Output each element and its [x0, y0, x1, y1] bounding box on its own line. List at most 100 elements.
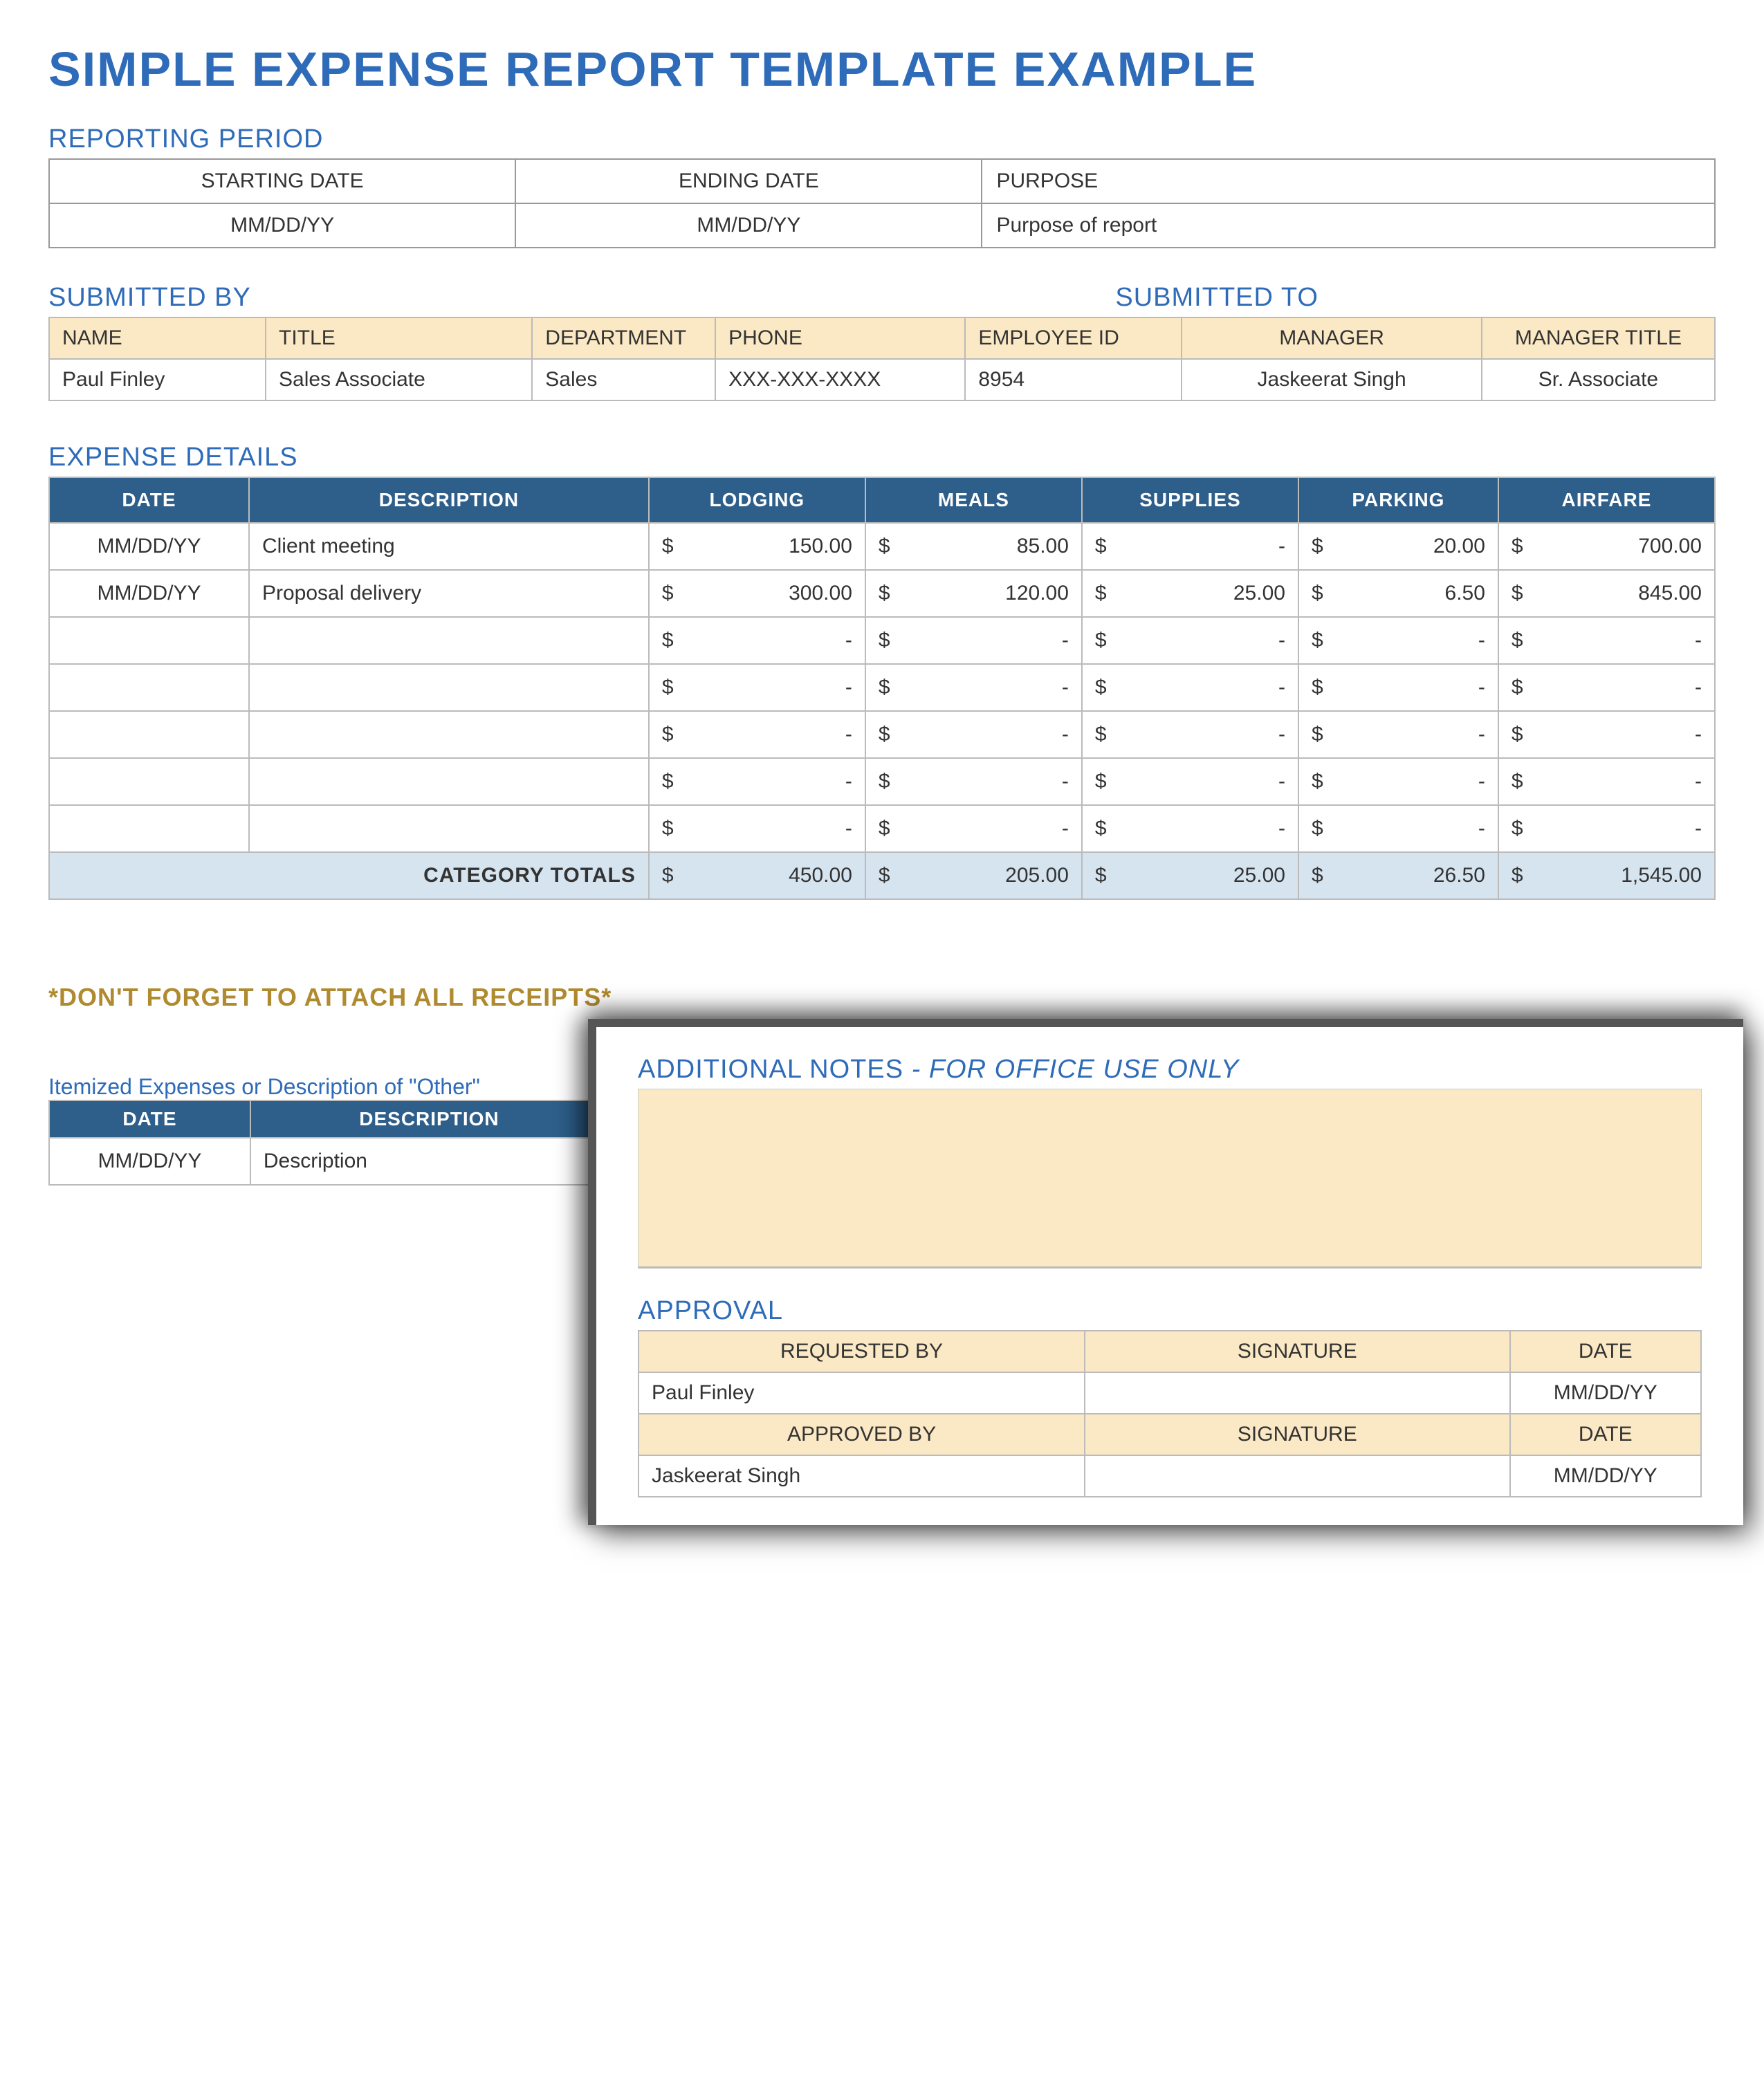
- expense-cell-supplies[interactable]: $-: [1082, 523, 1298, 570]
- section-expense-details: EXPENSE DETAILS: [48, 443, 1716, 472]
- expense-cell-supplies[interactable]: $-: [1082, 805, 1298, 852]
- section-approval: APPROVAL: [638, 1296, 1702, 1326]
- section-reporting-period: REPORTING PERIOD: [48, 124, 1716, 154]
- period-header-purpose: PURPOSE: [982, 159, 1715, 203]
- expense-cell-lodging[interactable]: $150.00: [649, 523, 865, 570]
- total-lodging: $450.00: [649, 852, 865, 899]
- sub-header-employee-id: EMPLOYEE ID: [965, 317, 1182, 359]
- expense-cell-airfare[interactable]: $700.00: [1498, 523, 1715, 570]
- expense-cell-airfare[interactable]: $845.00: [1498, 570, 1715, 617]
- sub-value-employee-id[interactable]: 8954: [965, 359, 1182, 400]
- expense-cell-airfare[interactable]: $-: [1498, 758, 1715, 805]
- expense-cell-airfare[interactable]: $-: [1498, 617, 1715, 664]
- expense-cell-date[interactable]: [49, 664, 249, 711]
- expense-cell-date[interactable]: MM/DD/YY: [49, 570, 249, 617]
- expense-cell-meals[interactable]: $-: [865, 805, 1082, 852]
- expense-cell-date[interactable]: [49, 711, 249, 758]
- expense-cell-lodging[interactable]: $-: [649, 805, 865, 852]
- expense-cell-date[interactable]: [49, 758, 249, 805]
- expense-cell-parking[interactable]: $-: [1298, 617, 1498, 664]
- exp-header-date: DATE: [49, 477, 249, 523]
- category-totals-label: CATEGORY TOTALS: [49, 852, 649, 899]
- additional-notes-box[interactable]: [638, 1089, 1702, 1269]
- expense-cell-desc[interactable]: [249, 711, 649, 758]
- expense-cell-date[interactable]: [49, 617, 249, 664]
- appr-header-requested-by: REQUESTED BY: [638, 1331, 1085, 1372]
- submitted-table: NAME TITLE DEPARTMENT PHONE EMPLOYEE ID …: [48, 317, 1716, 401]
- sub-value-title[interactable]: Sales Associate: [266, 359, 532, 400]
- expense-cell-lodging[interactable]: $-: [649, 711, 865, 758]
- appr-requested-signature[interactable]: [1085, 1372, 1509, 1414]
- expense-cell-lodging[interactable]: $-: [649, 617, 865, 664]
- expense-cell-parking[interactable]: $-: [1298, 758, 1498, 805]
- expense-cell-meals[interactable]: $-: [865, 617, 1082, 664]
- expense-row: $-$-$-$-$-: [49, 617, 1715, 664]
- sub-value-department[interactable]: Sales: [532, 359, 715, 400]
- sub-header-department: DEPARTMENT: [532, 317, 715, 359]
- expense-cell-supplies[interactable]: $-: [1082, 664, 1298, 711]
- total-meals: $205.00: [865, 852, 1082, 899]
- expense-cell-lodging[interactable]: $-: [649, 758, 865, 805]
- expense-cell-lodging[interactable]: $-: [649, 664, 865, 711]
- expense-cell-desc[interactable]: [249, 805, 649, 852]
- appr-header-approved-by: APPROVED BY: [638, 1414, 1085, 1455]
- item-value-description[interactable]: Description: [250, 1138, 608, 1185]
- total-supplies: $25.00: [1082, 852, 1298, 899]
- expense-cell-airfare[interactable]: $-: [1498, 711, 1715, 758]
- expense-cell-parking[interactable]: $-: [1298, 711, 1498, 758]
- expense-cell-desc[interactable]: [249, 664, 649, 711]
- expense-cell-desc[interactable]: Client meeting: [249, 523, 649, 570]
- sub-header-name: NAME: [49, 317, 266, 359]
- appr-approved-signature[interactable]: [1085, 1455, 1509, 1497]
- expense-cell-airfare[interactable]: $-: [1498, 664, 1715, 711]
- page-title: SIMPLE EXPENSE REPORT TEMPLATE EXAMPLE: [48, 42, 1716, 97]
- expense-cell-meals[interactable]: $85.00: [865, 523, 1082, 570]
- expense-table: DATE DESCRIPTION LODGING MEALS SUPPLIES …: [48, 477, 1716, 900]
- exp-header-airfare: AIRFARE: [1498, 477, 1715, 523]
- expense-cell-date[interactable]: MM/DD/YY: [49, 523, 249, 570]
- section-submitted-to: SUBMITTED TO: [1115, 283, 1319, 313]
- item-header-date: DATE: [49, 1100, 250, 1138]
- expense-cell-parking[interactable]: $-: [1298, 664, 1498, 711]
- expense-cell-lodging[interactable]: $300.00: [649, 570, 865, 617]
- sub-value-phone[interactable]: XXX-XXX-XXXX: [715, 359, 965, 400]
- sub-value-manager-title[interactable]: Sr. Associate: [1482, 359, 1715, 400]
- period-value-purpose[interactable]: Purpose of report: [982, 203, 1715, 248]
- exp-header-supplies: SUPPLIES: [1082, 477, 1298, 523]
- item-header-description: DESCRIPTION: [250, 1100, 608, 1138]
- expense-cell-parking[interactable]: $-: [1298, 805, 1498, 852]
- sub-value-name[interactable]: Paul Finley: [49, 359, 266, 400]
- expense-cell-meals[interactable]: $-: [865, 758, 1082, 805]
- itemized-table: DATE DESCRIPTION MM/DD/YY Description: [48, 1100, 609, 1186]
- expense-cell-meals[interactable]: $120.00: [865, 570, 1082, 617]
- office-use-panel: ADDITIONAL NOTES - FOR OFFICE USE ONLY A…: [588, 1019, 1743, 1525]
- expense-cell-supplies[interactable]: $-: [1082, 711, 1298, 758]
- sub-value-manager[interactable]: Jaskeerat Singh: [1182, 359, 1481, 400]
- expense-cell-meals[interactable]: $-: [865, 664, 1082, 711]
- expense-cell-supplies[interactable]: $-: [1082, 758, 1298, 805]
- period-header-start: STARTING DATE: [49, 159, 515, 203]
- appr-requested-date[interactable]: MM/DD/YY: [1510, 1372, 1702, 1414]
- appr-approved-date[interactable]: MM/DD/YY: [1510, 1455, 1702, 1497]
- expense-cell-desc[interactable]: Proposal delivery: [249, 570, 649, 617]
- period-value-end[interactable]: MM/DD/YY: [515, 203, 982, 248]
- expense-cell-supplies[interactable]: $-: [1082, 617, 1298, 664]
- expense-cell-date[interactable]: [49, 805, 249, 852]
- expense-cell-meals[interactable]: $-: [865, 711, 1082, 758]
- appr-requested-name[interactable]: Paul Finley: [638, 1372, 1085, 1414]
- period-value-start[interactable]: MM/DD/YY: [49, 203, 515, 248]
- expense-cell-airfare[interactable]: $-: [1498, 805, 1715, 852]
- exp-header-meals: MEALS: [865, 477, 1082, 523]
- receipts-warning: *DON'T FORGET TO ATTACH ALL RECEIPTS*: [48, 983, 1716, 1012]
- sub-header-title: TITLE: [266, 317, 532, 359]
- expense-cell-supplies[interactable]: $25.00: [1082, 570, 1298, 617]
- sub-header-manager-title: MANAGER TITLE: [1482, 317, 1715, 359]
- expense-cell-parking[interactable]: $20.00: [1298, 523, 1498, 570]
- item-value-date[interactable]: MM/DD/YY: [49, 1138, 250, 1185]
- section-submitted-by: SUBMITTED BY: [48, 283, 1115, 313]
- expense-cell-desc[interactable]: [249, 758, 649, 805]
- expense-cell-parking[interactable]: $6.50: [1298, 570, 1498, 617]
- expense-row: $-$-$-$-$-: [49, 664, 1715, 711]
- appr-approved-name[interactable]: Jaskeerat Singh: [638, 1455, 1085, 1497]
- expense-cell-desc[interactable]: [249, 617, 649, 664]
